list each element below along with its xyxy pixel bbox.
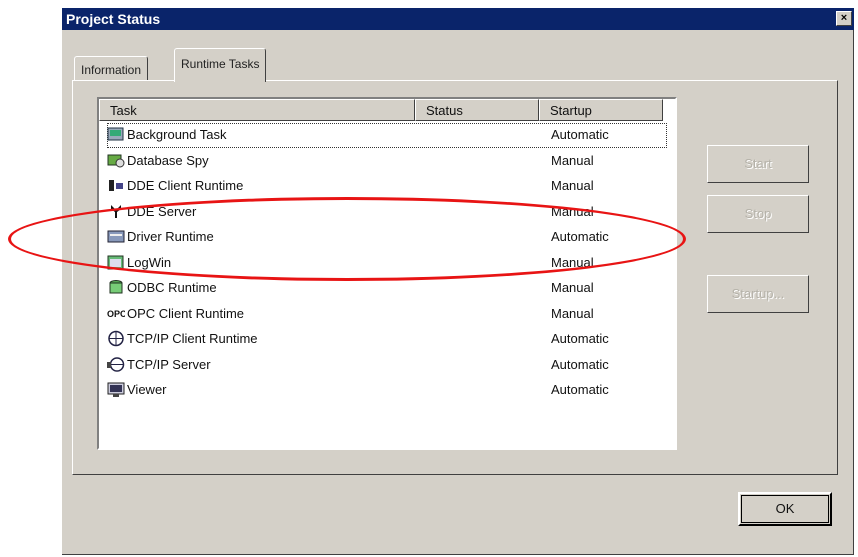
background-task-icon <box>107 126 125 143</box>
tab-information-label: Information <box>81 63 142 77</box>
tcpip-client-icon <box>107 330 125 347</box>
start-button[interactable]: Start <box>707 145 809 183</box>
window-title: Project Status <box>66 11 161 27</box>
list-header: Task Status Startup <box>99 99 675 121</box>
task-startup: Automatic <box>551 356 609 372</box>
task-name: OPC Client Runtime <box>127 305 245 321</box>
column-header-task[interactable]: Task <box>99 99 415 121</box>
task-startup: Automatic <box>551 331 609 346</box>
tab-runtime-tasks-label: Runtime Tasks <box>181 57 260 71</box>
task-startup: Automatic <box>551 127 609 142</box>
title-bar[interactable]: Project Status × <box>62 8 854 30</box>
task-startup: Manual <box>551 152 594 168</box>
tcpip-server-icon <box>107 356 125 373</box>
task-row[interactable]: TCP/IP Client Runtime Automatic <box>107 327 667 352</box>
task-row[interactable]: OPC OPC Client Runtime Manual <box>107 302 667 327</box>
ok-button[interactable]: OK <box>738 492 832 526</box>
column-header-startup[interactable]: Startup <box>539 99 663 121</box>
task-name: Background Task <box>127 127 227 142</box>
opc-client-icon: OPC <box>107 305 127 322</box>
task-startup: Manual <box>551 305 594 321</box>
task-name: DDE Client Runtime <box>127 178 244 193</box>
task-startup: Manual <box>551 280 594 295</box>
tab-information[interactable]: Information <box>74 56 149 80</box>
task-name: Viewer <box>127 382 167 397</box>
task-name: TCP/IP Server <box>127 356 211 372</box>
viewer-icon <box>107 381 125 398</box>
close-icon: × <box>840 12 848 24</box>
highlight-ellipse <box>8 197 686 281</box>
task-row[interactable]: TCP/IP Server Automatic <box>107 353 667 378</box>
task-name: TCP/IP Client Runtime <box>127 331 258 346</box>
dde-client-icon <box>107 177 125 194</box>
task-row[interactable]: Viewer Automatic <box>107 378 667 403</box>
close-button[interactable]: × <box>836 11 852 26</box>
database-spy-icon <box>107 152 125 169</box>
column-header-status[interactable]: Status <box>415 99 539 121</box>
task-row[interactable]: Database Spy Manual <box>107 149 667 174</box>
task-startup: Automatic <box>551 382 609 397</box>
startup-button[interactable]: Startup... <box>707 275 809 313</box>
svg-text:OPC: OPC <box>107 309 125 319</box>
odbc-runtime-icon <box>107 279 125 296</box>
task-name: ODBC Runtime <box>127 280 217 295</box>
stop-button[interactable]: Stop <box>707 195 809 233</box>
task-row[interactable]: Background Task Automatic <box>107 123 667 148</box>
task-startup: Manual <box>551 178 594 193</box>
task-name: Database Spy <box>127 152 209 168</box>
task-row[interactable]: DDE Client Runtime Manual <box>107 174 667 199</box>
project-status-window: Project Status × Information Runtime Tas… <box>62 8 854 555</box>
tab-runtime-tasks[interactable]: Runtime Tasks <box>174 48 267 82</box>
